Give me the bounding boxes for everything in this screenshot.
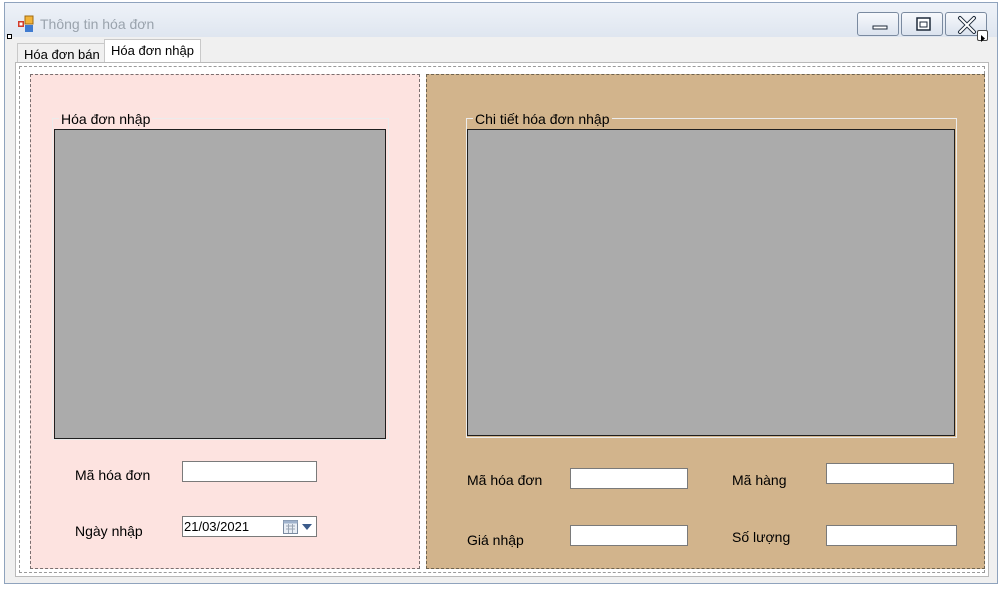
so-luong-input[interactable]	[826, 525, 957, 546]
maximize-icon	[916, 17, 931, 31]
invoice-detail-panel: Chi tiết hóa đơn nhập Mã hóa đơn Mã hàng…	[426, 74, 985, 569]
chevron-down-icon[interactable]	[302, 524, 312, 530]
minimize-button[interactable]	[857, 12, 899, 36]
invoice-detail-group-title: Chi tiết hóa đơn nhập	[473, 111, 612, 127]
minimize-icon	[872, 25, 888, 30]
gia-nhap-input[interactable]	[570, 525, 688, 546]
ngay-nhap-label: Ngày nhập	[75, 523, 143, 539]
app-icon	[18, 15, 34, 32]
app-window: Thông tin hóa đơn Hóa đơn bán Hóa đơn nh…	[4, 2, 998, 584]
tab-hoa-don-nhap[interactable]: Hóa đơn nhập	[104, 39, 201, 63]
invoice-panel: Hóa đơn nhập Mã hóa đơn Ngày nhập 21/03/…	[30, 74, 420, 569]
smart-tag-icon[interactable]	[977, 30, 988, 42]
invoice-detail-data-grid[interactable]	[467, 129, 955, 436]
so-luong-label: Số lượng	[732, 529, 791, 545]
tab-hoa-don-ban[interactable]: Hóa đơn bán	[17, 43, 107, 63]
title-bar[interactable]: Thông tin hóa đơn	[5, 3, 997, 37]
detail-ma-hoa-don-label: Mã hóa đơn	[467, 472, 543, 488]
tab-page-hoa-don-nhap: Hóa đơn nhập Mã hóa đơn Ngày nhập 21/03/…	[15, 62, 989, 577]
ngay-nhap-value: 21/03/2021	[184, 519, 250, 534]
invoice-data-grid[interactable]	[54, 129, 386, 439]
tab-page-frame: Hóa đơn nhập Mã hóa đơn Ngày nhập 21/03/…	[19, 66, 985, 573]
ma-hang-label: Mã hàng	[732, 472, 787, 488]
arrow-right-icon	[981, 35, 985, 42]
window-title: Thông tin hóa đơn	[40, 16, 155, 32]
calendar-icon[interactable]	[283, 519, 298, 534]
ma-hoa-don-label: Mã hóa đơn	[75, 467, 151, 483]
detail-ma-hoa-don-input[interactable]	[570, 468, 688, 489]
gia-nhap-label: Giá nhập	[467, 532, 524, 548]
ngay-nhap-datepicker[interactable]: 21/03/2021	[182, 516, 317, 537]
ma-hoa-don-input[interactable]	[182, 461, 317, 482]
invoice-group-title: Hóa đơn nhập	[59, 111, 153, 127]
ma-hang-input[interactable]	[826, 463, 954, 484]
resize-handle-icon[interactable]	[7, 34, 12, 39]
maximize-button[interactable]	[901, 12, 943, 36]
